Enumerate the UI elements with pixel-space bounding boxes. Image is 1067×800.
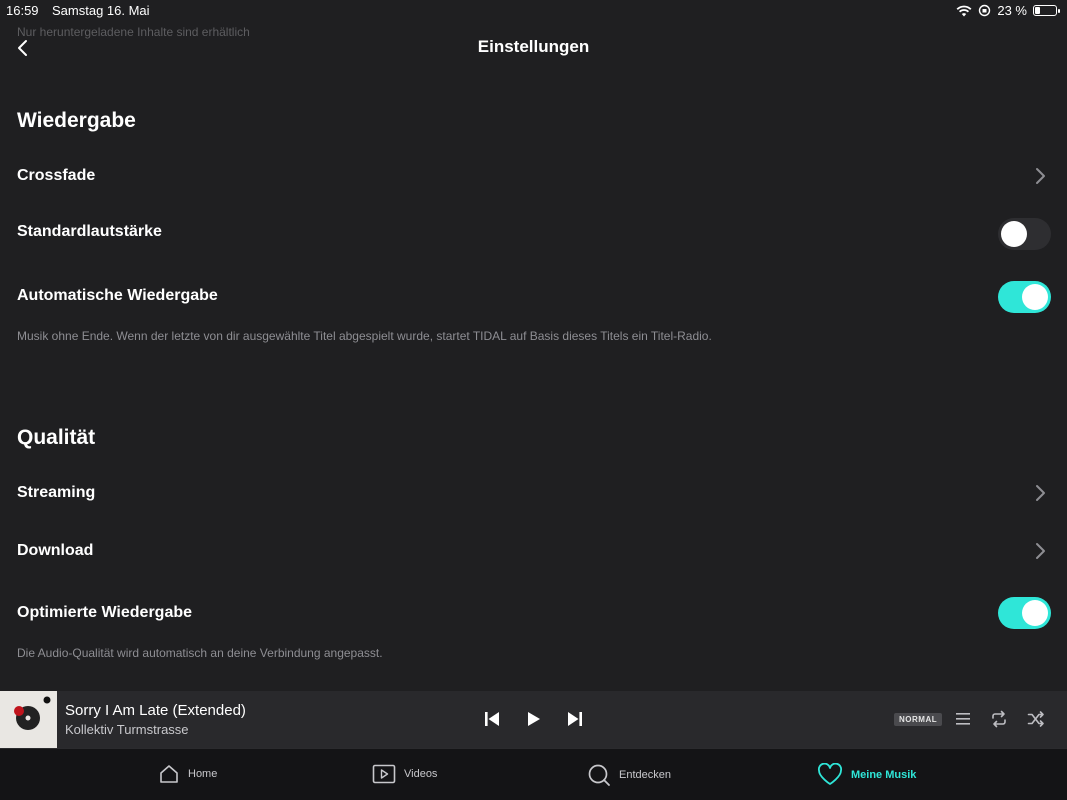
- tab-home[interactable]: Home: [158, 763, 217, 785]
- section-title-quality: Qualität: [17, 426, 96, 449]
- tab-my-music-label: Meine Musik: [851, 769, 917, 781]
- optimized-playback-description: Die Audio-Qualität wird automatisch an d…: [17, 646, 383, 660]
- shuffle-icon[interactable]: [1027, 710, 1045, 728]
- tab-home-label: Home: [188, 768, 218, 780]
- tab-my-music[interactable]: Meine Musik: [817, 763, 916, 787]
- track-artist[interactable]: Kollektiv Turmstrasse: [65, 722, 189, 737]
- quality-badge[interactable]: NORMAL: [894, 713, 943, 726]
- autoplay-toggle[interactable]: [998, 281, 1051, 313]
- previous-track-icon[interactable]: [483, 709, 501, 729]
- chevron-right-icon[interactable]: [1033, 483, 1047, 503]
- page-title: Einstellungen: [477, 37, 590, 56]
- status-time: 16:59: [6, 3, 39, 18]
- chevron-right-icon[interactable]: [1033, 541, 1047, 561]
- tab-explore-label: Entdecken: [619, 769, 671, 781]
- standard-volume-toggle[interactable]: [998, 218, 1051, 250]
- mini-player[interactable]: Sorry I Am Late (Extended) Kollektiv Tur…: [0, 691, 1067, 748]
- tab-explore[interactable]: Entdecken: [587, 763, 671, 787]
- tab-videos[interactable]: Videos: [372, 763, 437, 785]
- optimized-playback-toggle[interactable]: [998, 597, 1051, 629]
- autoplay-row: Automatische Wiedergabe: [17, 287, 218, 304]
- home-icon: [160, 765, 178, 783]
- play-icon[interactable]: [526, 709, 542, 729]
- section-title-playback: Wiedergabe: [17, 109, 136, 132]
- video-icon: [372, 764, 396, 784]
- track-title[interactable]: Sorry I Am Late (Extended): [65, 702, 246, 719]
- chevron-right-icon[interactable]: [1033, 166, 1047, 186]
- next-track-icon[interactable]: [566, 709, 584, 729]
- standard-volume-row: Standardlautstärke: [17, 223, 162, 240]
- heart-icon: [818, 763, 842, 785]
- crossfade-row[interactable]: Crossfade: [17, 167, 95, 185]
- battery-icon: [1033, 5, 1060, 16]
- album-art[interactable]: [0, 691, 57, 748]
- tab-bar: Home Videos Entdecken Meine Musik: [0, 748, 1067, 800]
- status-right: 23 %: [956, 3, 1060, 18]
- streaming-row[interactable]: Streaming: [17, 484, 95, 502]
- queue-icon[interactable]: [955, 712, 971, 726]
- autoplay-description: Musik ohne Ende. Wenn der letzte von dir…: [17, 329, 712, 343]
- album-art-image: [14, 696, 51, 730]
- battery-percent: 23 %: [997, 3, 1027, 18]
- download-row[interactable]: Download: [17, 542, 93, 560]
- tab-videos-label: Videos: [404, 768, 438, 780]
- wifi-icon: [956, 5, 972, 16]
- repeat-icon[interactable]: [990, 710, 1008, 728]
- search-icon: [588, 764, 610, 786]
- status-bar: 16:59 Samstag 16. Mai 23 %: [0, 0, 1067, 22]
- orientation-lock-icon: [979, 4, 991, 17]
- optimized-playback-row: Optimierte Wiedergabe: [17, 604, 193, 621]
- status-date: Samstag 16. Mai: [52, 3, 150, 18]
